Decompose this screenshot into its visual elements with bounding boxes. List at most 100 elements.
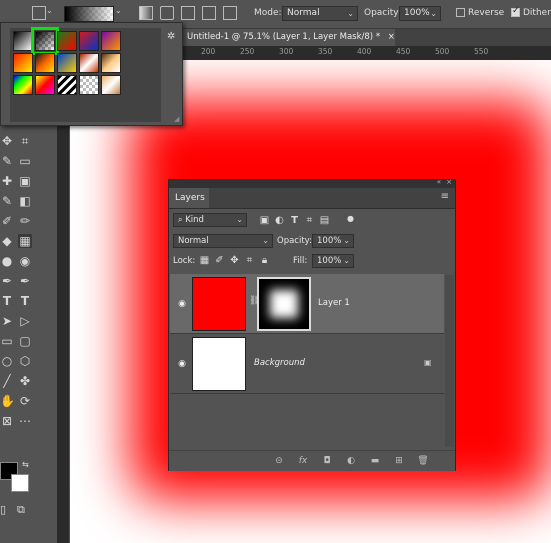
adjustment-filter-icon[interactable]: ◐ [274,215,285,226]
document-tab[interactable]: Untitled-1 @ 75.1% (Layer 1, Layer Mask/… [183,29,395,46]
filter-kind-select[interactable]: ⌕ Kind ⌄ [173,213,247,227]
resize-handle-icon[interactable]: ◢ [174,115,179,123]
ruler-tool-icon[interactable]: ▭ [18,154,32,168]
lock-icon[interactable]: ▣ [424,358,432,367]
paint-bucket-tool-icon[interactable]: ◆ [0,234,14,248]
swap-colors-icon[interactable]: ⇆ [22,460,29,469]
lock-position-icon[interactable]: ✥ [229,255,240,266]
screen-mode-icon[interactable]: ⧉ [17,503,25,517]
rectangle-tool-icon[interactable]: ▭ [0,334,14,348]
lock-transparent-pixels-icon[interactable]: ▦ [199,255,210,266]
layer-row[interactable]: ◉ ⛓ Layer 1 [170,274,444,334]
hand-tool-icon[interactable]: ✋ [0,394,15,408]
direct-selection-tool-icon[interactable]: ▷ [18,314,32,328]
gradient-swatch[interactable] [79,31,99,51]
gradient-swatch[interactable] [57,31,77,51]
gradient-swatch[interactable] [101,75,121,95]
tab-layers[interactable]: Layers [169,188,209,208]
gradient-swatch[interactable] [13,31,33,51]
gradient-swatch[interactable] [57,75,77,95]
filter-toggle-icon[interactable]: ● [345,213,356,224]
healing-brush-tool-icon[interactable]: ✚ [0,174,14,188]
crop-tool-icon[interactable]: ⌗ [18,134,32,148]
move-tool-icon[interactable]: ✥ [0,134,14,148]
reflected-gradient-icon[interactable] [202,6,216,20]
smart-object-filter-icon[interactable]: ▤ [319,215,330,226]
3d-tool-icon[interactable]: ⊠ [0,414,14,428]
gradient-preview[interactable] [64,6,114,22]
layer-name[interactable]: Layer 1 [318,298,350,308]
eye-icon[interactable]: ◉ [176,299,188,309]
eyedropper-tool-icon[interactable]: ✎ [0,154,14,168]
quick-mask-icon[interactable]: ▯ [0,503,6,516]
shape-filter-icon[interactable]: ⌗ [304,215,315,226]
scrollbar[interactable] [445,275,454,447]
gradient-tool-icon[interactable]: ▦ [18,234,32,248]
dither-checkbox[interactable] [511,6,520,17]
pixel-filter-icon[interactable]: ▣ [259,215,270,226]
freeform-pen-tool-icon[interactable]: ✒ [18,274,32,288]
dodge-tool-icon[interactable]: ◉ [18,254,32,268]
blend-mode-select[interactable]: Normal ⌄ [173,234,273,248]
gradient-swatch[interactable] [57,53,77,73]
group-icon[interactable]: ▬ [369,455,381,467]
pencil-tool-icon[interactable]: ✏ [18,214,32,228]
line-tool-icon[interactable]: ╱ [0,374,14,388]
new-layer-icon[interactable]: ⊞ [393,455,405,467]
rounded-rectangle-tool-icon[interactable]: ▢ [18,334,32,348]
close-icon[interactable]: × [388,32,395,42]
reverse-checkbox[interactable] [456,8,465,17]
fill-input[interactable]: 100% ⌄ [312,254,354,268]
lock-all-icon[interactable]: 🔒︎ [259,255,270,266]
gradient-swatch[interactable] [101,31,121,51]
gradient-swatch[interactable] [79,75,99,95]
background-color-swatch[interactable] [11,474,29,492]
lock-image-pixels-icon[interactable]: ✐ [214,255,225,266]
adjustment-layer-icon[interactable]: ◐ [345,455,357,467]
layer-name[interactable]: Background [254,358,305,368]
gradient-swatch[interactable] [101,53,121,73]
vertical-type-tool-icon[interactable]: T [18,294,32,308]
linear-gradient-icon[interactable] [139,6,153,20]
gradient-tool-preset-icon[interactable] [32,6,46,20]
gradient-swatch[interactable] [79,53,99,73]
history-brush-tool-icon[interactable]: ✎ [0,194,14,208]
mode-select[interactable]: Normal ⌄ [282,6,358,21]
gradient-swatch[interactable] [13,53,33,73]
diamond-gradient-icon[interactable] [223,6,237,20]
layer-thumbnail[interactable] [192,277,246,331]
panel-menu-icon[interactable]: ≡ [441,191,449,202]
gradient-swatch[interactable] [13,75,33,95]
ellipse-tool-icon[interactable]: ○ [0,354,14,368]
gradient-picker-chevron-icon[interactable]: ⌄ [115,6,122,15]
collapse-icon[interactable]: « [437,178,441,186]
lock-artboard-icon[interactable]: ⌗ [244,255,255,266]
eye-icon[interactable]: ◉ [176,359,188,369]
gradient-swatch[interactable] [35,75,55,95]
link-layers-icon[interactable]: ⊝ [273,455,285,467]
chevron-down-icon[interactable]: ⌄ [46,6,53,15]
layer-opacity-input[interactable]: 100% ⌄ [312,234,354,248]
layer-thumbnail[interactable] [192,337,246,391]
radial-gradient-icon[interactable] [160,6,174,20]
opacity-input[interactable]: 100% ⌄ [399,6,441,21]
path-selection-tool-icon[interactable]: ➤ [0,314,14,328]
trash-icon[interactable]: 🗑︎ [417,455,429,467]
add-mask-icon[interactable]: ◘ [321,455,333,467]
gradient-swatch[interactable] [31,27,59,55]
pen-tool-icon[interactable]: ✒ [0,274,14,288]
custom-shape-tool-icon[interactable]: ✤ [18,374,32,388]
rotate-view-tool-icon[interactable]: ⟳ [18,394,32,408]
fx-icon[interactable]: fx [297,455,309,467]
close-icon[interactable]: × [446,178,452,186]
gear-icon[interactable]: ✲ [167,31,175,42]
type-tool-icon[interactable]: T [0,294,14,308]
blur-tool-icon[interactable]: ● [0,254,14,268]
angle-gradient-icon[interactable] [181,6,195,20]
eraser-tool-icon[interactable]: ◧ [18,194,32,208]
layer-mask-thumbnail[interactable] [257,277,311,331]
brush-tool-icon[interactable]: ✐ [0,214,14,228]
patch-tool-icon[interactable]: ▣ [18,174,32,188]
more-tools-icon[interactable]: ⋯ [18,414,32,428]
gradient-swatch[interactable] [35,53,55,73]
